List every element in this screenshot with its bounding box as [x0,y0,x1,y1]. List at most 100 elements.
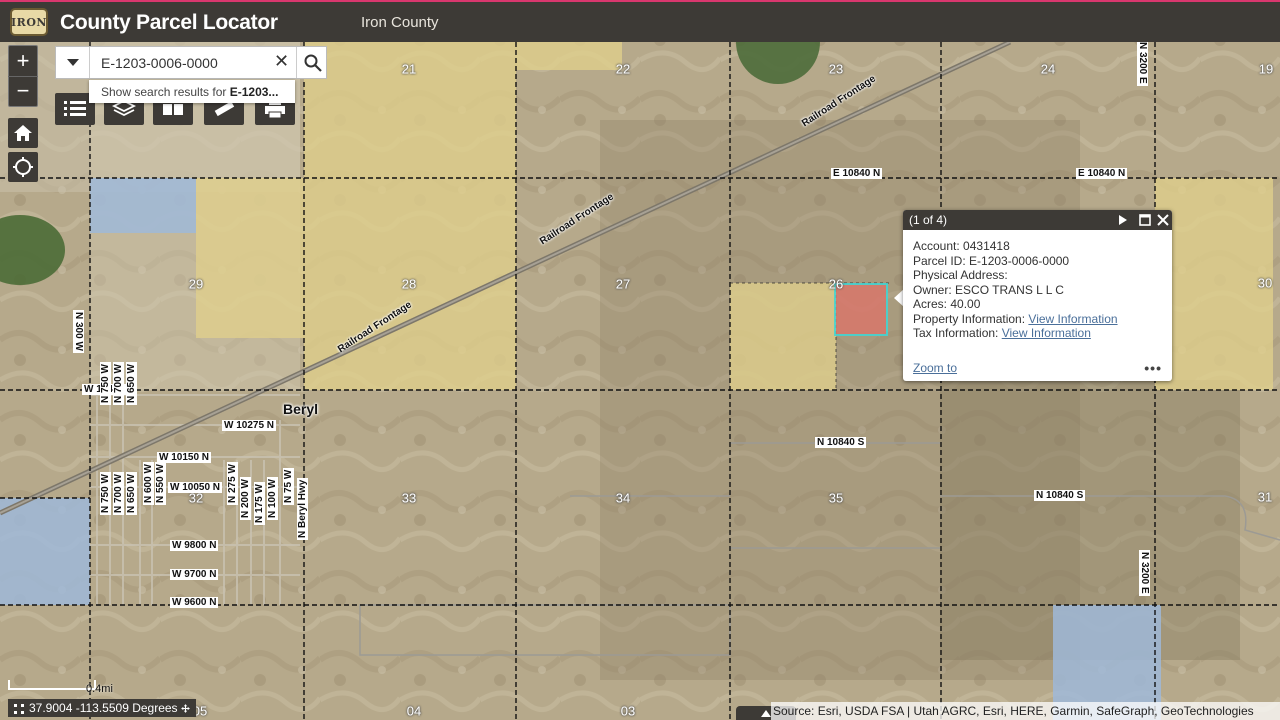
road-label: W 9700 N [170,569,219,580]
popup-content: Account: 0431418 Parcel ID: E-1203-0006-… [903,230,1172,341]
acres-row: Acres: 40.00 [913,297,1162,312]
section-number-label: 30 [1257,275,1273,291]
road-label: W 9800 N [170,540,219,551]
search-input[interactable]: E-1203-0006-0000 [101,55,218,71]
property-info-link[interactable]: View Information [1028,312,1117,326]
selected-parcel [834,283,888,336]
suggestion-term: E-1203... [229,85,279,99]
address-label: Physical Address: [913,268,1008,282]
road-label: N 600 W [143,462,154,505]
road-label: N Beryl Hwy [297,477,308,540]
section-number-label: 26 [828,276,844,292]
town-label-beryl: Beryl [283,401,319,417]
road-label: N 700 W [113,362,124,405]
property-info-row: Property Information: View Information [913,312,1162,327]
popup-header: (1 of 4) [903,210,1172,230]
road-label: N 650 W [126,472,137,515]
map-view[interactable]: 21 22 23 24 19 29 28 27 26 30 32 33 34 35 31 05 04 03 E 1… [0,42,1280,720]
road-label: N 750 W [100,472,111,515]
road-label: N 75 W [283,467,294,505]
property-info-label: Property Information: [913,311,1026,326]
road-label: N 10840 S [815,437,867,448]
road-label: W 10050 N [168,482,223,493]
maximize-icon[interactable] [1139,214,1151,226]
county-logo: IRON [10,8,48,36]
road-label: N 300 W [73,310,84,353]
zoom-control: + − [8,45,38,107]
search-suggestion[interactable]: Show search results for E-1203... [89,80,295,103]
next-feature-icon[interactable] [1118,215,1128,225]
section-number-label: 29 [188,276,204,292]
search-button[interactable] [296,47,328,78]
coordinate-readout[interactable]: 37.9004 -113.5509 Degrees [8,699,196,717]
section-number-label: 21 [401,61,417,77]
road-label: N 750 W [100,362,111,405]
zoom-to-link[interactable]: Zoom to [913,361,957,375]
tax-info-label: Tax Information: [913,326,999,340]
address-row: Physical Address: [913,268,1162,283]
zoom-in-button[interactable]: + [8,46,38,77]
close-icon[interactable] [1157,214,1169,226]
search-icon [304,54,322,72]
suggestion-prefix: Show search results for [101,85,227,99]
chevron-up-icon [761,710,771,717]
coordinate-text: 37.9004 -113.5509 Degrees [29,701,178,715]
app-header: IRON County Parcel Locator Iron County [0,0,1280,42]
account-row: Account: 0431418 [913,239,1162,254]
section-number-label: 04 [406,703,422,719]
road-label: E 10840 N [831,168,883,179]
owner-row: Owner: ESCO TRANS L L C [913,283,1162,298]
tax-info-link[interactable]: View Information [1002,326,1091,340]
popup-feature-count: (1 of 4) [909,213,948,227]
parcel-id-row: Parcel ID: E-1203-0006-0000 [913,254,1162,269]
more-actions-icon[interactable]: ••• [1144,360,1162,376]
section-number-label: 31 [1257,489,1273,505]
section-number-label: 28 [401,276,417,292]
section-number-label: 34 [615,490,631,506]
road-label: N 3200 E [1139,550,1150,596]
section-number-label: 22 [615,61,631,77]
parcel-popup: (1 of 4) Account: 0431418 Parcel ID: E-1… [903,210,1172,381]
parcel-id-value: E-1203-0006-0000 [969,253,1070,268]
section-number-label: 24 [1040,61,1056,77]
acres-label: Acres: [913,297,948,311]
road-label: N 175 W [254,482,265,525]
acres-value: 40.00 [950,297,981,311]
account-value: 0431418 [963,239,1010,253]
owner-label: Owner: [913,282,952,297]
map-attribution: Source: Esri, USDA FSA | Utah AGRC, Esri… [771,702,1280,720]
home-icon [14,125,32,141]
crosshair-icon [14,704,24,714]
section-number-label: 23 [828,61,844,77]
locate-button[interactable] [8,152,38,182]
zoom-out-button[interactable]: − [8,77,38,107]
map-canvas [0,42,1280,720]
section-number-label: 03 [620,703,636,719]
scale-bar [8,680,96,690]
app-subtitle: Iron County [361,14,439,31]
road-label: N 10840 S [1034,490,1086,501]
search-box: E-1203-0006-0000 ✕ [55,46,327,79]
road-label: N 200 W [240,477,251,520]
section-number-label: 35 [828,490,844,506]
home-button[interactable] [8,118,38,148]
road-label: W 10275 N [222,420,277,431]
section-number-label: 33 [401,490,417,506]
road-label: N 550 W [155,462,166,505]
road-label: N 650 W [126,362,137,405]
section-number-label: 19 [1258,61,1274,77]
search-source-dropdown[interactable] [56,47,90,78]
parcel-id-label: Parcel ID: [913,253,966,268]
account-label: Account: [913,239,960,253]
road-label: N 100 W [267,477,278,520]
road-label: N 3200 E [1137,42,1148,86]
owner-value: ESCO TRANS L L C [955,282,1064,297]
app-title: County Parcel Locator [60,11,278,34]
road-label: E 10840 N [1076,168,1128,179]
tax-info-row: Tax Information: View Information [913,326,1162,341]
locate-icon [13,157,33,177]
clear-icon[interactable]: ✕ [274,51,289,72]
section-number-label: 27 [615,276,631,292]
basemap-icon [163,104,183,115]
expand-icon[interactable] [180,703,191,714]
